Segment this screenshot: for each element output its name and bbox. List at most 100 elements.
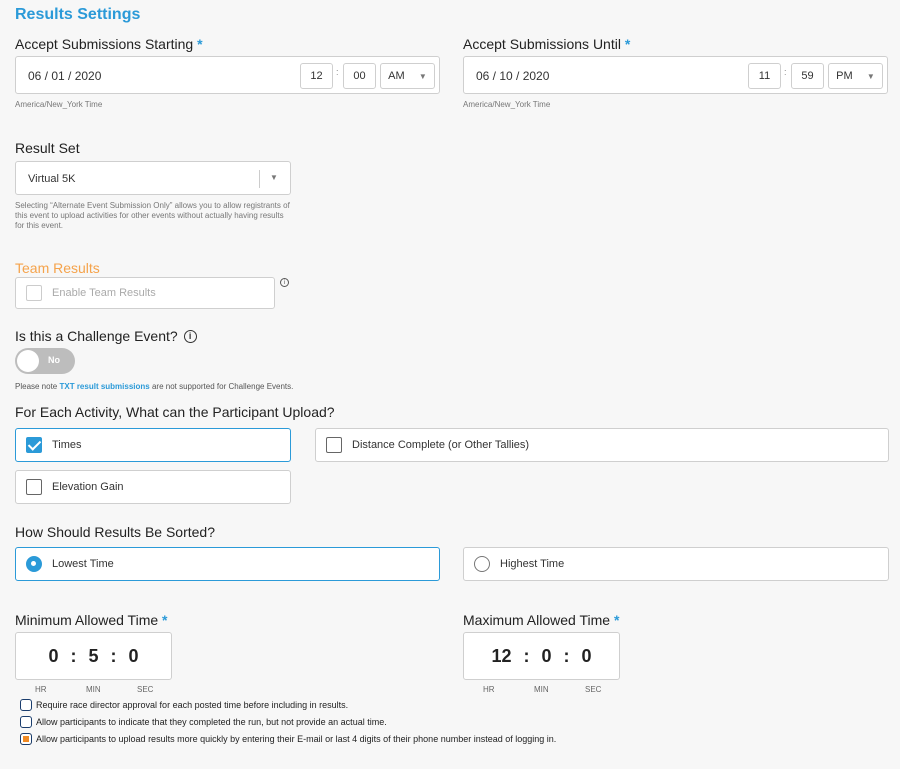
min-time-input[interactable]: 0 : 5 : 0 (15, 632, 172, 680)
until-ampm-select[interactable]: PM ▼ (828, 63, 883, 89)
result-set-value: Virtual 5K (28, 173, 76, 185)
min-min-value[interactable]: 5 (88, 646, 98, 667)
start-datetime-field: 06 / 01 / 2020 12 : 00 AM ▼ (15, 56, 440, 94)
txt-submissions-link[interactable]: TXT result submissions (59, 382, 149, 391)
option-require-approval[interactable]: Require race director approval for each … (20, 699, 348, 711)
required-marker: * (197, 36, 203, 52)
challenge-note-prefix: Please note (15, 382, 60, 391)
info-icon[interactable]: i (280, 278, 289, 287)
option-quick-upload[interactable]: Allow participants to upload results mor… (20, 733, 556, 745)
times-checkbox[interactable] (26, 437, 42, 453)
start-label-text: Accept Submissions Starting (15, 36, 194, 52)
challenge-toggle[interactable]: No (15, 348, 75, 374)
min-unit: MIN (534, 685, 549, 694)
time-separator: : (523, 645, 530, 666)
quick-upload-checkbox[interactable] (20, 733, 32, 745)
option-completed-no-time[interactable]: Allow participants to indicate that they… (20, 716, 387, 728)
required-marker: * (624, 36, 631, 52)
until-hour-input[interactable]: 11 (748, 63, 781, 89)
info-icon[interactable]: i (183, 329, 197, 343)
chevron-down-icon: ▼ (866, 71, 875, 81)
chevron-down-icon: ▼ (270, 173, 278, 182)
team-results-checkbox[interactable] (26, 285, 42, 301)
times-label: Times (52, 439, 82, 451)
sec-unit: SEC (585, 685, 602, 694)
distance-label: Distance Complete (or Other Tallies) (352, 439, 530, 451)
sort-option-highest[interactable]: Highest Time (463, 547, 889, 581)
start-timezone: America/New_York Time (15, 100, 103, 109)
toggle-knob (17, 350, 39, 372)
min-time-label: Minimum Allowed Time * (15, 612, 168, 628)
chevron-down-icon: ▼ (418, 71, 427, 81)
sort-option-lowest[interactable]: Lowest Time (15, 547, 440, 581)
start-ampm-select[interactable]: AM ▼ (380, 63, 435, 89)
start-ampm-text: AM (388, 70, 405, 82)
time-colon: : (336, 67, 339, 77)
start-label: Accept Submissions Starting * (15, 36, 203, 52)
highest-time-radio[interactable] (474, 556, 490, 572)
result-set-label: Result Set (15, 140, 80, 156)
result-set-hint: Selecting “Alternate Event Submission On… (15, 201, 290, 230)
page-title: Results Settings (15, 6, 141, 23)
required-marker: * (613, 612, 620, 628)
start-minute-text: 00 (353, 70, 366, 82)
elevation-checkbox[interactable] (26, 479, 42, 495)
max-sec-value[interactable]: 0 (582, 646, 592, 667)
time-separator: : (563, 645, 570, 666)
until-label-text: Accept Submissions Until (463, 36, 621, 52)
sec-unit: SEC (137, 685, 154, 694)
completed-no-time-checkbox[interactable] (20, 716, 32, 728)
upload-option-elevation[interactable]: Elevation Gain (15, 470, 291, 504)
until-minute-text: 59 (801, 70, 814, 82)
hr-unit: HR (483, 685, 495, 694)
until-date-input[interactable]: 06 / 10 / 2020 (476, 69, 549, 83)
time-separator: : (110, 645, 117, 666)
challenge-note-suffix: are not supported for Challenge Events. (149, 382, 294, 391)
start-hour-text: 12 (310, 70, 323, 82)
min-sec-value[interactable]: 0 (129, 646, 139, 667)
until-datetime-field: 06 / 10 / 2020 11 : 59 PM ▼ (463, 56, 888, 94)
max-time-label-text: Maximum Allowed Time (463, 612, 611, 628)
start-date-input[interactable]: 06 / 01 / 2020 (28, 69, 101, 83)
upload-label: For Each Activity, What can the Particip… (15, 404, 335, 420)
max-min-value[interactable]: 0 (542, 646, 552, 667)
hr-unit: HR (35, 685, 47, 694)
select-divider (259, 170, 260, 188)
time-colon: : (784, 67, 787, 77)
toggle-label: No (48, 355, 60, 365)
team-results-checkbox-label: Enable Team Results (52, 287, 156, 299)
upload-option-distance[interactable]: Distance Complete (or Other Tallies) (315, 428, 889, 462)
lowest-time-label: Lowest Time (52, 558, 114, 570)
until-ampm-text: PM (836, 70, 853, 82)
min-hr-value[interactable]: 0 (48, 646, 58, 667)
require-approval-checkbox[interactable] (20, 699, 32, 711)
until-hour-text: 11 (758, 70, 771, 82)
until-label: Accept Submissions Until * (463, 36, 630, 52)
time-separator: : (70, 645, 77, 666)
lowest-time-radio[interactable] (26, 556, 42, 572)
required-marker: * (162, 612, 168, 628)
result-set-select[interactable]: Virtual 5K ▼ (15, 161, 291, 195)
start-hour-input[interactable]: 12 (300, 63, 333, 89)
completed-no-time-label: Allow participants to indicate that they… (36, 717, 387, 727)
require-approval-label: Require race director approval for each … (36, 700, 349, 710)
start-minute-input[interactable]: 00 (343, 63, 376, 89)
min-unit: MIN (86, 685, 101, 694)
until-minute-input[interactable]: 59 (791, 63, 824, 89)
elevation-label: Elevation Gain (52, 481, 124, 493)
until-timezone: America/New_York Time (463, 100, 551, 109)
max-time-input[interactable]: 12 : 0 : 0 (463, 632, 620, 680)
highest-time-label: Highest Time (500, 558, 565, 570)
max-hr-value[interactable]: 12 (491, 646, 511, 667)
quick-upload-label: Allow participants to upload results mor… (36, 734, 557, 744)
sort-label: How Should Results Be Sorted? (15, 524, 215, 540)
min-time-label-text: Minimum Allowed Time (15, 612, 159, 628)
upload-option-times[interactable]: Times (15, 428, 291, 462)
challenge-label: Is this a Challenge Event? i (15, 328, 197, 344)
team-results-option[interactable]: Enable Team Results (15, 277, 275, 309)
challenge-note: Please note TXT result submissions are n… (15, 382, 293, 391)
distance-checkbox[interactable] (326, 437, 342, 453)
max-time-label: Maximum Allowed Time * (463, 612, 619, 628)
challenge-label-text: Is this a Challenge Event? (15, 328, 178, 344)
team-results-label: Team Results (15, 260, 100, 276)
